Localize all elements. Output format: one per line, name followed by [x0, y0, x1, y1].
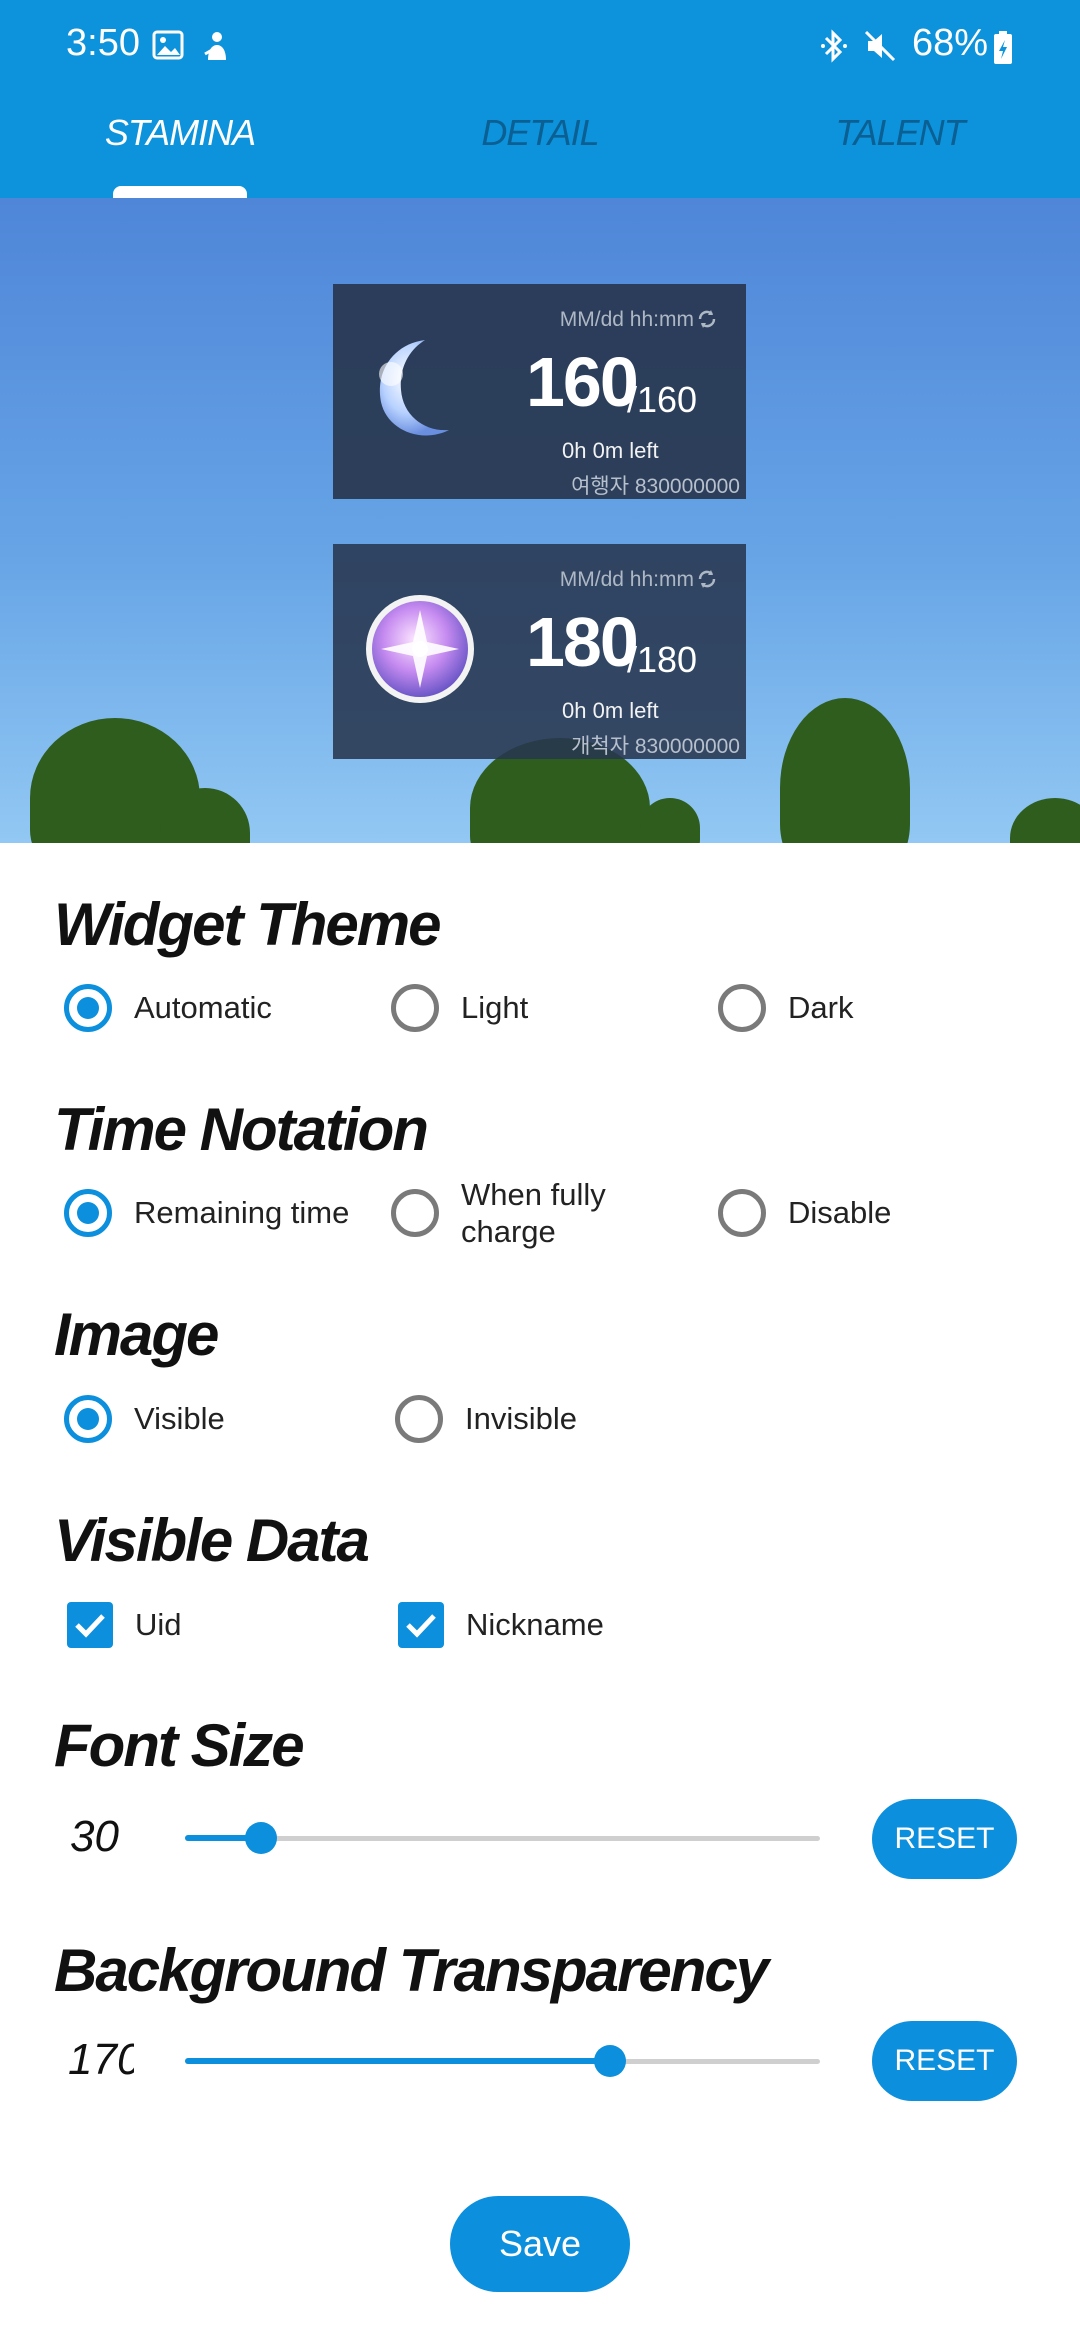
- tree-right-far: [1010, 798, 1080, 843]
- battery-icon: [992, 30, 1014, 71]
- widget-user: 여행자 830000000: [571, 475, 740, 498]
- checkbox[interactable]: [67, 1602, 113, 1648]
- widget-preview-1: MM/dd hh:mm 160 /160 0h 0m left 여행자 8300…: [333, 284, 746, 499]
- tab-bar: STAMINA DETAIL TALENT: [0, 100, 1080, 198]
- checkbox-label: Uid: [135, 1607, 182, 1642]
- widget-value: 160: [526, 343, 639, 421]
- radio-label: Disable: [788, 1195, 892, 1230]
- tab-talent[interactable]: TALENT: [720, 112, 1080, 154]
- widget-value: 180: [526, 603, 639, 681]
- radio-label: Invisible: [465, 1401, 577, 1436]
- save-button[interactable]: Save: [450, 2196, 630, 2292]
- widget-theme-title: Widget Theme: [54, 891, 441, 958]
- refresh-icon: [696, 308, 718, 335]
- font-size-reset-button[interactable]: RESET: [872, 1799, 1017, 1879]
- font-size-title: Font Size: [54, 1712, 305, 1779]
- radio-label-line-1: When fully: [461, 1177, 606, 1212]
- radio-button[interactable]: [718, 984, 766, 1032]
- check-icon: [406, 1614, 436, 1638]
- tree-center-small: [640, 798, 700, 843]
- radio-label: Automatic: [134, 990, 272, 1025]
- background-transparency-value: 170: [68, 2035, 134, 2084]
- radio-button[interactable]: [64, 1395, 112, 1443]
- compass-orb-icon: [363, 592, 478, 707]
- checkbox-nickname[interactable]: Nickname: [398, 1595, 604, 1655]
- checkbox-label: Nickname: [466, 1607, 604, 1642]
- tab-indicator: [113, 186, 247, 198]
- widget-preview-2: MM/dd hh:mm 180 /180 0h 0m left 개척자 8300…: [333, 544, 746, 759]
- radio-label: Light: [461, 990, 529, 1025]
- status-bar: 3:50 68%: [0, 0, 1080, 96]
- radio-label: Dark: [788, 990, 854, 1025]
- widget-preview-area: MM/dd hh:mm 160 /160 0h 0m left 여행자 8300…: [0, 198, 1080, 843]
- radio-image-visible[interactable]: Visible: [64, 1389, 225, 1449]
- checkbox-uid[interactable]: Uid: [67, 1595, 182, 1655]
- font-size-value: 30: [70, 1812, 119, 1861]
- image-title: Image: [54, 1301, 219, 1368]
- moon-icon: [363, 332, 478, 447]
- widget-max: /160: [627, 379, 698, 420]
- radio-theme-automatic[interactable]: Automatic: [64, 978, 272, 1038]
- background-transparency-reset-button[interactable]: RESET: [872, 2021, 1017, 2101]
- radio-button[interactable]: [395, 1395, 443, 1443]
- widget-max: /180: [627, 639, 698, 680]
- slider-thumb[interactable]: [245, 1822, 278, 1854]
- radio-time-fully-charge[interactable]: When fully charge: [391, 1175, 606, 1251]
- refresh-icon: [696, 568, 718, 595]
- status-time: 3:50: [66, 22, 140, 64]
- radio-button[interactable]: [718, 1189, 766, 1237]
- radio-button[interactable]: [391, 984, 439, 1032]
- radio-theme-dark[interactable]: Dark: [718, 978, 853, 1038]
- time-notation-title: Time Notation: [54, 1096, 429, 1163]
- radio-label: Remaining time: [134, 1195, 350, 1230]
- background-transparency-slider[interactable]: [185, 2041, 820, 2081]
- slider-track: [185, 1836, 820, 1841]
- app-header: 3:50 68% STAMINA DETAIL TALENT: [0, 0, 1080, 198]
- font-size-slider[interactable]: [185, 1818, 820, 1858]
- radio-label: When fully charge: [461, 1176, 606, 1250]
- bluetooth-icon: [820, 28, 848, 69]
- background-transparency-title: Background Transparency: [54, 1937, 769, 2004]
- visible-data-title: Visible Data: [54, 1507, 370, 1574]
- figure-icon: [200, 30, 232, 67]
- radio-button[interactable]: [64, 1189, 112, 1237]
- battery-percent: 68%: [912, 22, 989, 64]
- radio-button[interactable]: [64, 984, 112, 1032]
- slider-fill: [185, 2058, 611, 2064]
- radio-image-invisible[interactable]: Invisible: [395, 1389, 577, 1449]
- gallery-icon: [152, 30, 184, 65]
- widget-time-left: 0h 0m left: [562, 438, 659, 463]
- radio-button[interactable]: [391, 1189, 439, 1237]
- widget-time-left: 0h 0m left: [562, 698, 659, 723]
- checkbox[interactable]: [398, 1602, 444, 1648]
- tab-detail[interactable]: DETAIL: [360, 112, 720, 154]
- radio-time-disable[interactable]: Disable: [718, 1183, 891, 1243]
- radio-label: Visible: [134, 1401, 225, 1436]
- widget-date: MM/dd hh:mm: [559, 308, 694, 331]
- tab-stamina[interactable]: STAMINA: [0, 112, 360, 154]
- widget-date: MM/dd hh:mm: [559, 568, 694, 591]
- radio-theme-light[interactable]: Light: [391, 978, 528, 1038]
- mute-icon: [862, 28, 898, 69]
- radio-label-line-2: charge: [461, 1214, 556, 1249]
- slider-thumb[interactable]: [594, 2045, 627, 2077]
- check-icon: [75, 1614, 105, 1638]
- radio-time-remaining[interactable]: Remaining time: [64, 1183, 349, 1243]
- widget-user: 개척자 830000000: [571, 735, 740, 758]
- tree-right: [780, 698, 910, 843]
